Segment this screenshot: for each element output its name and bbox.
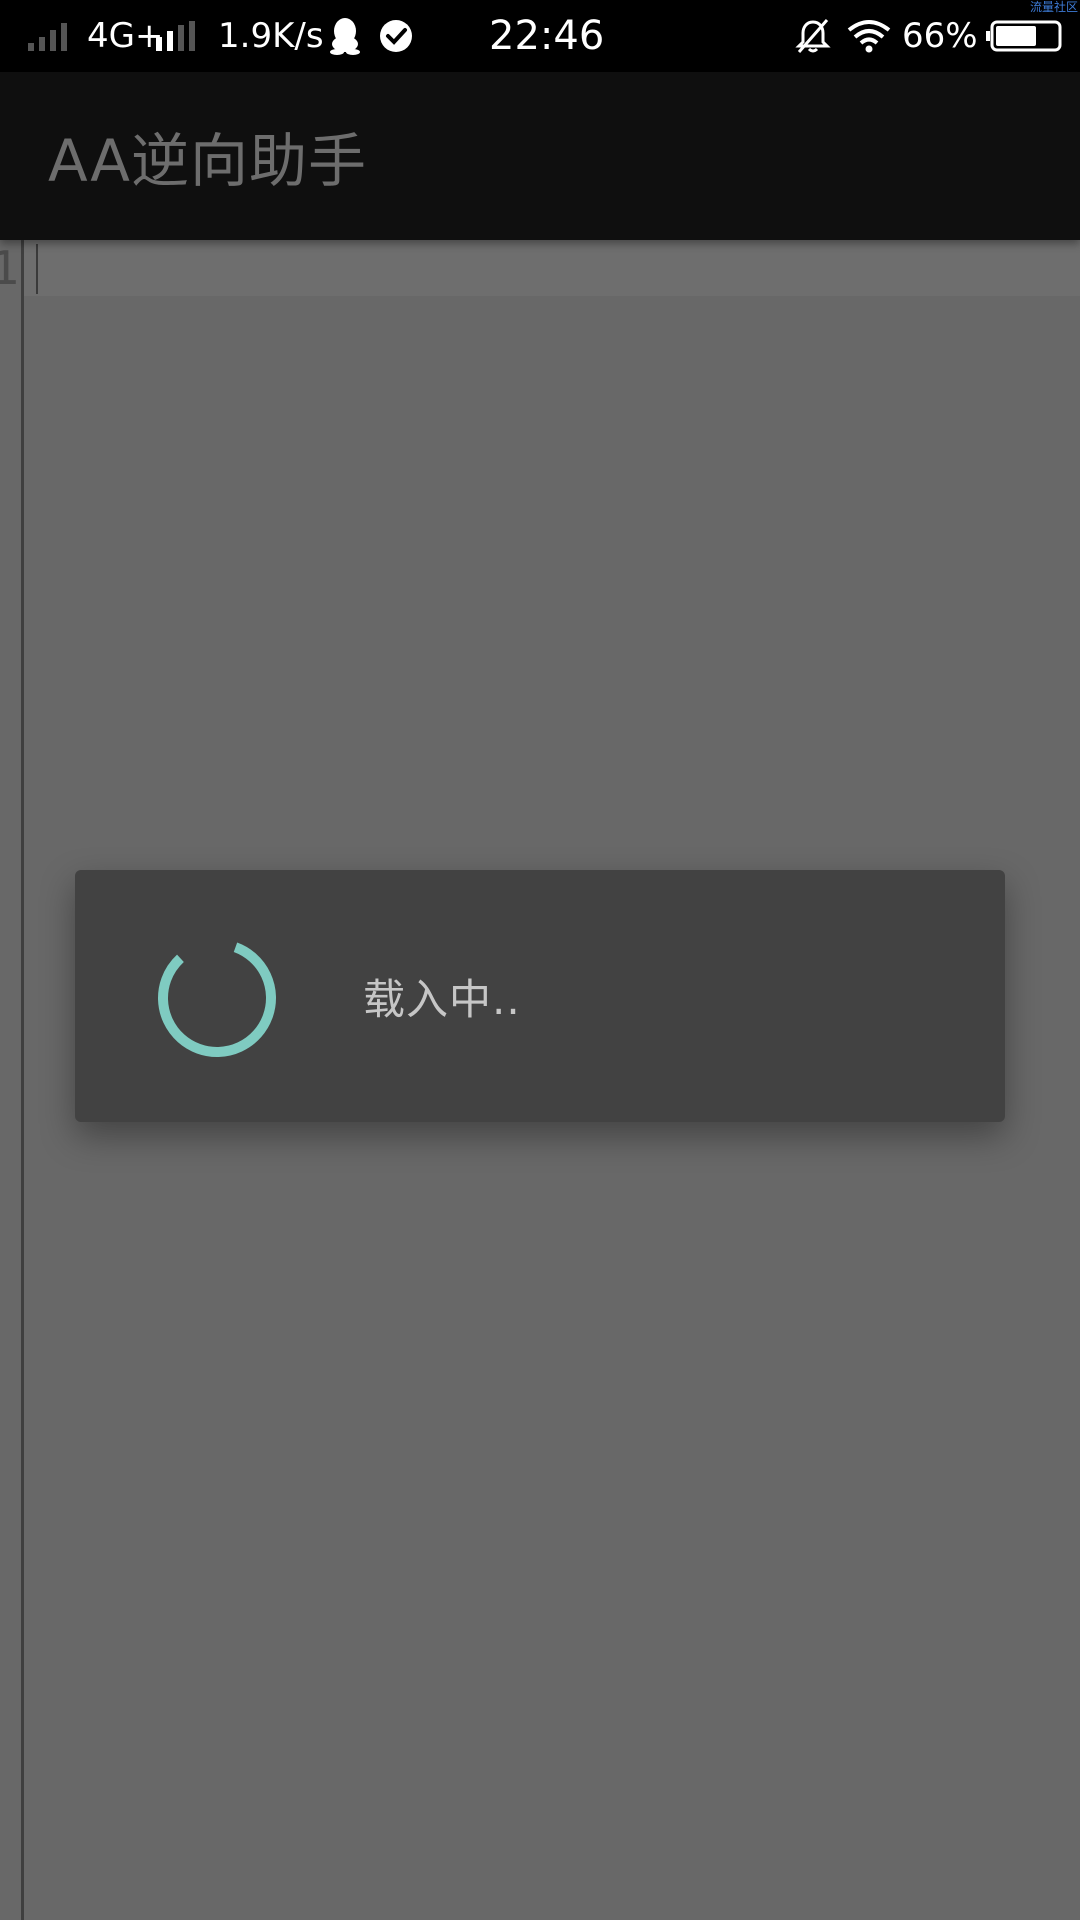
signal-icon: [156, 0, 200, 72]
corner-watermark: 流量社区: [1029, 0, 1078, 14]
loading-dialog: 载入中..: [75, 870, 1005, 1122]
text-caret: [36, 244, 38, 294]
bell-off-icon: [795, 0, 831, 72]
loading-message: 载入中..: [363, 974, 521, 1024]
current-line-highlight: [24, 240, 1080, 296]
battery-percent: 66%: [902, 16, 978, 56]
app-title: AA逆向助手: [48, 127, 367, 195]
app-bar: AA逆向助手: [0, 72, 1080, 240]
clock: 22:46: [489, 13, 605, 59]
screen: 4G+ 1.9K/s 22:46 66% 流量社区 AA逆向助手 1 载入中..: [0, 0, 1080, 1920]
qq-icon: [328, 0, 362, 72]
status-bar: 4G+ 1.9K/s 22:46 66% 流量社区: [0, 0, 1080, 72]
line-number: 1: [0, 241, 20, 295]
wifi-icon: [846, 0, 892, 72]
gutter-divider: [21, 240, 24, 1920]
loading-spinner-icon: [155, 936, 279, 1060]
check-circle-icon: [378, 0, 414, 72]
network-speed: 1.9K/s: [218, 16, 324, 56]
signal-icon: [28, 0, 72, 72]
network-type: 4G+: [87, 16, 164, 56]
